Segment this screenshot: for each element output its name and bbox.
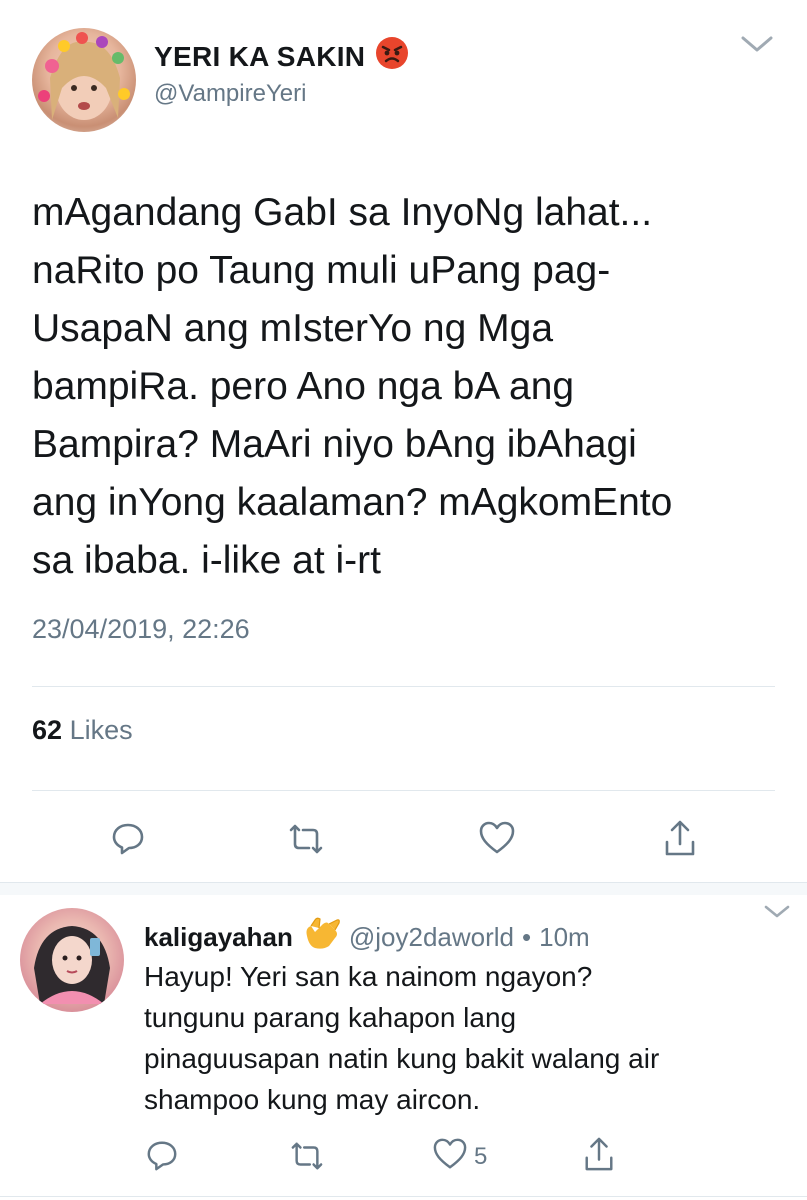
tweet-text-line: bampiRa. pero Ano nga bA ang (32, 365, 575, 408)
author-handle[interactable]: @VampireYeri (154, 80, 306, 108)
chevron-down-icon[interactable] (763, 904, 791, 920)
chevron-down-icon[interactable] (740, 34, 774, 54)
reply-text-line: tungunu parang kahapon lang (144, 1002, 517, 1033)
tweet-text-line: ang inYong kaalaman? mAgkomEnto (32, 481, 673, 524)
tweet-text: mAgandang GabI sa InyoNg lahat... naRito… (32, 184, 672, 590)
share-icon[interactable] (662, 818, 698, 858)
reply-separator: • (522, 922, 532, 952)
reply-icon[interactable] (110, 820, 146, 856)
share-icon[interactable] (582, 1135, 616, 1173)
tweet-text-line: sa ibaba. i-like at i-rt (32, 539, 381, 582)
reply-text-line: Hayup! Yeri san ka nainom ngayon? (144, 961, 593, 992)
reply-avatar[interactable] (20, 908, 124, 1012)
reply-like-count: 5 (474, 1142, 488, 1170)
author-avatar[interactable] (32, 28, 136, 132)
reply-author-name[interactable]: kaligayahan (144, 922, 293, 953)
angry-face-icon (375, 36, 409, 77)
like-heart-icon[interactable] (478, 820, 516, 856)
retweet-icon[interactable] (287, 1140, 327, 1172)
author-display-name[interactable]: YERI KA SAKIN (154, 36, 409, 77)
reply-text-line: pinaguusapan natin kung bakit walang air (144, 1043, 660, 1074)
reply-icon[interactable] (145, 1138, 179, 1172)
reply-text-line: shampoo kung may aircon. (144, 1084, 481, 1115)
divider (32, 790, 775, 791)
reply-header: kaligayahan @joy2daworld • 10m (144, 916, 590, 959)
tweet-text-line: UsapaN ang mIsterYo ng Mga (32, 307, 554, 350)
likes-label: Likes (69, 715, 133, 745)
tweet-text-line: Bampira? MaAri niyo bAng ibAhagi (32, 423, 637, 466)
like-heart-icon (432, 1137, 468, 1176)
reply-like-action[interactable]: 5 (432, 1137, 487, 1176)
divider (32, 686, 775, 687)
section-separator (0, 882, 807, 895)
tweet-timestamp: 23/04/2019, 22:26 (32, 614, 250, 644)
divider (0, 1196, 807, 1197)
likes-count: 62 (32, 715, 63, 745)
reply-handle[interactable]: @joy2daworld (349, 922, 514, 953)
likes-stat[interactable]: 62 Likes (32, 715, 133, 746)
call-me-hand-icon (301, 916, 341, 959)
tweet-text-line: naRito po Taung muli uPang pag- (32, 249, 611, 292)
tweet-text-line: mAgandang GabI sa InyoNg lahat... (32, 191, 653, 234)
retweet-icon[interactable] (285, 822, 327, 856)
author-name-text: YERI KA SAKIN (154, 40, 366, 72)
reply-time: 10m (539, 922, 590, 952)
reply-text: Hayup! Yeri san ka nainom ngayon? tungun… (144, 956, 659, 1120)
